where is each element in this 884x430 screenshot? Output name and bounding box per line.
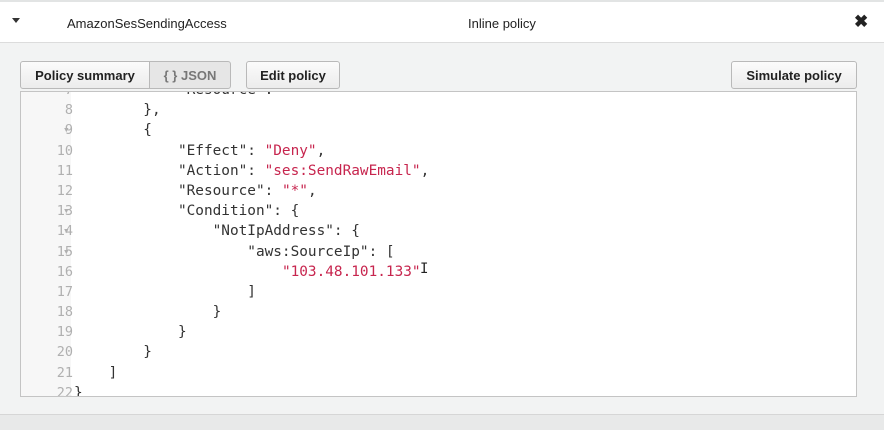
code-line[interactable]: 20 } <box>21 342 856 362</box>
code-line[interactable]: 15 ▾ "aws:SourceIp": [ <box>21 242 856 262</box>
bottom-bar <box>0 414 884 430</box>
string-value: "ses:SendRawEmail" <box>264 162 421 179</box>
line-number: 17 <box>56 283 73 300</box>
code-text: }, <box>74 102 161 119</box>
code-text: } <box>74 324 187 341</box>
text-cursor-icon: I <box>420 261 429 277</box>
line-number: 20 <box>56 344 73 361</box>
fold-arrow-icon[interactable]: ▾ <box>63 221 70 241</box>
policy-type: Inline policy <box>468 16 536 31</box>
code-line[interactable]: 10 "Effect": "Deny", <box>21 141 856 161</box>
code-line[interactable]: 7 "Resource": "*" <box>21 92 856 100</box>
string-value: "103.48.101.133" <box>281 263 421 280</box>
code-line[interactable]: 9 ▾ { <box>21 120 856 140</box>
line-number: 21 <box>56 364 73 381</box>
code-text: ] <box>74 283 256 300</box>
code-text: } <box>74 344 152 361</box>
code-text: } <box>74 304 222 321</box>
edit-policy-button[interactable]: Edit policy <box>246 61 340 89</box>
code-text: { <box>74 122 152 139</box>
code-line[interactable]: 22} <box>21 383 856 397</box>
line-number: 22 <box>56 384 73 397</box>
code-line[interactable]: 13 ▾ "Condition": { <box>21 201 856 221</box>
policy-summary-button[interactable]: Policy summary <box>20 61 150 89</box>
policy-header[interactable]: AmazonSesSendingAccess Inline policy ✖ <box>0 2 884 43</box>
json-editor[interactable]: 7 "Resource": "*"8 },9▾ {10 "Effect": "D… <box>20 91 857 397</box>
code-text: "NotIpAddress": { <box>74 223 360 240</box>
code-text: "aws:SourceIp": [ <box>74 243 395 260</box>
code-line[interactable]: 16 "103.48.101.133" <box>21 262 856 282</box>
code-line[interactable]: 18 } <box>21 302 856 322</box>
line-number: 7 <box>33 92 73 100</box>
policy-name: AmazonSesSendingAccess <box>67 16 227 31</box>
line-number: 16 <box>56 263 73 280</box>
json-button[interactable]: { } JSON <box>149 61 231 89</box>
code-line[interactable]: 19 } <box>21 322 856 342</box>
string-value: "Deny" <box>264 142 317 159</box>
line-number: 19 <box>56 324 73 341</box>
code-text: } <box>74 384 83 397</box>
code-text: "Action": "ses:SendRawEmail", <box>74 162 430 179</box>
close-icon[interactable]: ✖ <box>854 12 868 32</box>
code-line[interactable]: 12 "Resource": "*", <box>21 181 856 201</box>
line-number: 8 <box>64 102 73 119</box>
code-text: "Effect": "Deny", <box>74 142 326 159</box>
string-value: "*" <box>281 182 308 199</box>
simulate-policy-button[interactable]: Simulate policy <box>731 61 857 89</box>
code-text: "Condition": { <box>74 203 300 220</box>
fold-arrow-icon[interactable]: ▾ <box>63 201 70 221</box>
collapse-caret-icon[interactable] <box>12 18 20 23</box>
line-number: 12 <box>56 182 73 199</box>
code-text: "Resource": "*", <box>74 182 317 199</box>
code-lines: 7 "Resource": "*"8 },9▾ {10 "Effect": "D… <box>21 92 856 397</box>
code-line[interactable]: 11 "Action": "ses:SendRawEmail", <box>21 161 856 181</box>
fold-arrow-icon[interactable]: ▾ <box>63 120 70 140</box>
line-number: 11 <box>56 162 73 179</box>
line-number: 10 <box>56 142 73 159</box>
code-line[interactable]: 14 ▾ "NotIpAddress": { <box>21 221 856 241</box>
fold-arrow-icon[interactable]: ▾ <box>63 242 70 262</box>
code-line[interactable]: 21 ] <box>21 363 856 383</box>
line-number: 18 <box>56 304 73 321</box>
code-line[interactable]: 8 }, <box>21 100 856 120</box>
code-text: "Resource": "*" <box>74 92 308 100</box>
code-line[interactable]: 17 ] <box>21 282 856 302</box>
code-text: "103.48.101.133" <box>74 262 421 282</box>
code-text: ] <box>74 364 118 381</box>
